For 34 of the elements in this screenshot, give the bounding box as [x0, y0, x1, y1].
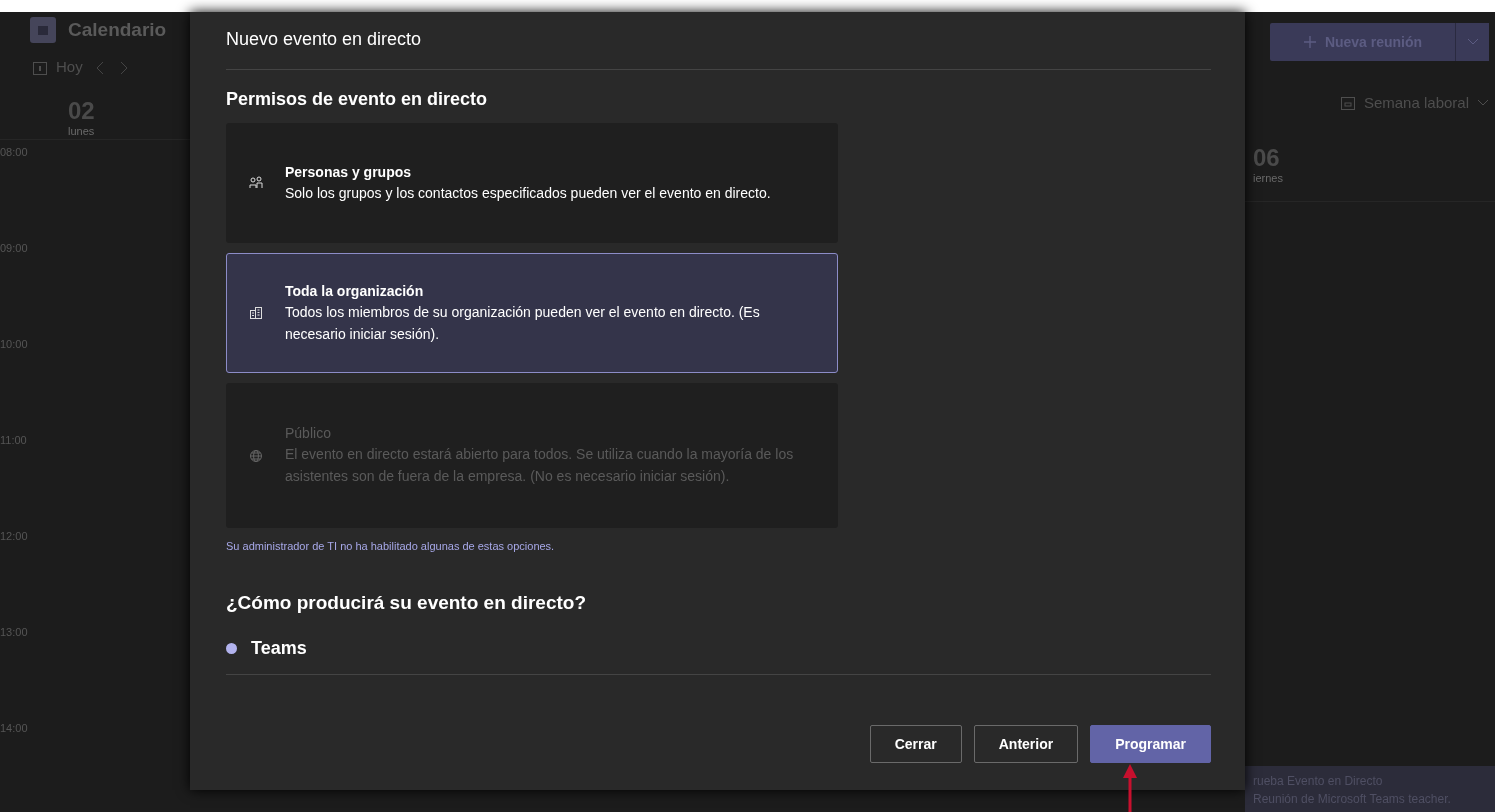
globe-icon	[249, 448, 263, 463]
radio-button[interactable]	[226, 643, 237, 654]
hour-label: 13:00	[0, 625, 29, 640]
calendar-icon	[1339, 95, 1356, 111]
people-icon	[249, 176, 263, 190]
day-name: iernes	[1253, 171, 1284, 186]
dropdown-button[interactable]	[1455, 23, 1489, 61]
building-icon	[249, 306, 263, 320]
option-description: Todos los miembros de su organización pueden ver el evento en directo. (Es necesario iniciar sesión).	[285, 302, 761, 344]
option-title: Personas y grupos	[285, 162, 413, 182]
calendar-icon	[32, 59, 48, 76]
chevron-icon	[1466, 38, 1479, 46]
radio-label: Teams	[251, 637, 307, 660]
arrow-icon	[1122, 764, 1138, 812]
admin-notice: Su administrador de TI no ha habilitado algunas de estas opciones.	[226, 539, 556, 554]
option-description: El evento en directo estará abierto para todos. Se utiliza cuando la mayoría de los asistentes son de fuera de la empresa. (No es necesario iniciar sesión).	[285, 445, 795, 486]
option-description: Solo los grupos y los contactos especificados pueden ver el evento en directo.	[285, 183, 771, 203]
dialog-button[interactable]: Cerrar	[869, 725, 962, 763]
section-heading: Permisos de evento en directo	[226, 88, 489, 111]
section-heading: ¿Cómo producirá su evento en directo?	[226, 590, 587, 615]
dialog-title: Nuevo evento en directo	[226, 26, 1211, 70]
permission-option[interactable]: Toda la organización Todos los miembros de su organización pueden ver el evento en directo. (Es necesario iniciar sesión).	[226, 253, 838, 373]
dialog-button[interactable]: Anterior	[973, 725, 1079, 763]
chevron-icon	[1477, 99, 1489, 107]
schedule-button[interactable]: Programar	[1090, 725, 1211, 763]
hour-label: 14:00	[0, 721, 29, 736]
permission-option[interactable]: Personas y grupos Solo los grupos y los contactos especificados pueden ver el evento en directo.	[226, 123, 838, 243]
option-title: Público	[285, 424, 332, 444]
option-title: Toda la organización	[285, 281, 425, 301]
hour-label: 11:00	[0, 433, 28, 448]
plus-icon	[1302, 35, 1317, 49]
calendar-icon	[30, 17, 56, 44]
day-name: lunes	[68, 123, 96, 139]
app-title: Calendario	[68, 18, 167, 43]
